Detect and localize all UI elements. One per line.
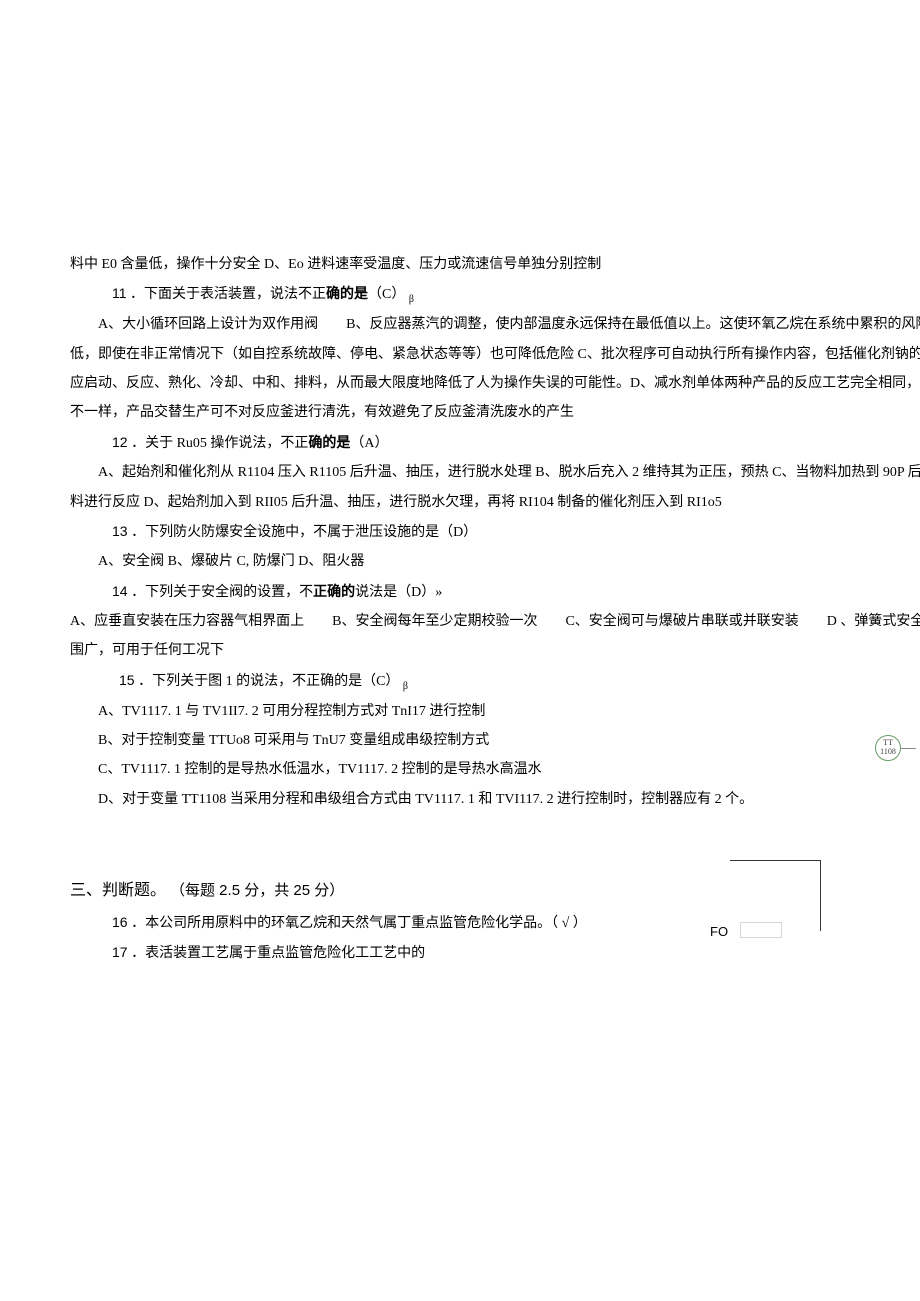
- q15-option-a: A、TV1117. 1 与 TV1II7. 2 可用分程控制方式对 TnI17 …: [70, 697, 920, 726]
- q14-number: 14: [112, 583, 128, 599]
- q17-text: ．表活装置工艺属于重点监管危险化工工艺中的: [131, 946, 425, 961]
- q15-stem: ．下列关于图 1 的说法，不正确的是（C）: [138, 674, 399, 689]
- q12-number: 12: [112, 434, 128, 450]
- q16-text: ．本公司所用原料中的环氧乙烷和天然气属丁重点监管危险化学品。（ √ ）: [131, 916, 587, 931]
- q11-tail: （C）: [368, 287, 405, 302]
- q11-sub: β: [409, 294, 414, 305]
- q13-options: A、安全阀 B、爆破片 C, 防爆门 D、阻火器: [70, 547, 920, 576]
- q12-bold: 确的是: [308, 436, 350, 451]
- q14-options: A、应垂直安装在压力容器气相界面上 B、安全阀每年至少定期校验一次 C、安全阀可…: [70, 607, 920, 666]
- q12-tail: （A）: [350, 436, 388, 451]
- diagram-bottom-right: HIOI 烟雕牖: [890, 830, 920, 950]
- q11-number: 11: [112, 285, 127, 301]
- diagram-box: [730, 860, 821, 931]
- question-11: 11 ．下面关于表活装置，说法不正确的是（C） β: [70, 279, 920, 310]
- intro-fragment: 料中 E0 含量低，操作十分安全 D、Eo 进料速率受温度、压力或流速信号单独分…: [70, 250, 920, 279]
- q11-options: A、大小循环回路上设计为双作用阀 B、反应器蒸汽的调整，使内部温度永远保持在最低…: [70, 310, 920, 428]
- q13-number: 13: [112, 523, 128, 539]
- q15-option-b: B、对于控制变量 TTUo8 可采用与 TnU7 变量组成串级控制方式: [70, 726, 920, 755]
- section-3-score: （每题 2.5 分，共 25 分）: [170, 882, 344, 899]
- valve-icon: [740, 922, 782, 938]
- q15-sub: β: [403, 681, 408, 692]
- q17-number: 17: [112, 944, 128, 960]
- q16-number: 16: [112, 914, 128, 930]
- q15-option-c: C、TV1117. 1 控制的是导热水低温水，TV1117. 2 控制的是导热水…: [70, 755, 920, 784]
- tt-sensor-icon: TT 1108: [875, 735, 901, 761]
- q12-stem: ．关于 Ru05 操作说法，不正: [131, 436, 308, 451]
- q14-stem: ．下列关于安全阀的设置，不: [131, 585, 313, 600]
- question-15: 15 ．下列关于图 1 的说法，不正确的是（C） β: [70, 666, 920, 697]
- tt-num: 1108: [880, 747, 896, 756]
- q11-stem: ．下面关于表活装置，说法不正: [130, 287, 326, 302]
- question-13: 13 ．下列防火防爆安全设施中，不属于泄压设施的是（D）: [70, 517, 920, 547]
- tt-top: TT: [883, 738, 893, 747]
- q13-stem: ．下列防火防爆安全设施中，不属于泄压设施的是（D）: [131, 525, 477, 540]
- question-14: 14 ．下列关于安全阀的设置，不正确的说法是（D）»: [70, 577, 920, 607]
- q14-bold: 正确的: [313, 585, 355, 600]
- q14-tail: 说法是（D）»: [355, 585, 442, 600]
- question-12: 12 ．关于 Ru05 操作说法，不正确的是（A）: [70, 428, 920, 458]
- tt-connector-line: [901, 748, 916, 749]
- fo-label: FO: [710, 918, 728, 945]
- q11-bold: 确的是: [326, 287, 368, 302]
- q12-options: A、起始剂和催化剂从 R1104 压入 R1105 后升温、抽压，进行脱水处理 …: [70, 458, 920, 517]
- q15-number: 15: [119, 672, 135, 688]
- q15-option-d: D、对于变量 TT1108 当采用分程和串级组合方式由 TV1117. 1 和 …: [70, 785, 920, 814]
- section-3-cn: 三、判断题。: [70, 882, 166, 899]
- diagram-middle: FO: [710, 860, 830, 960]
